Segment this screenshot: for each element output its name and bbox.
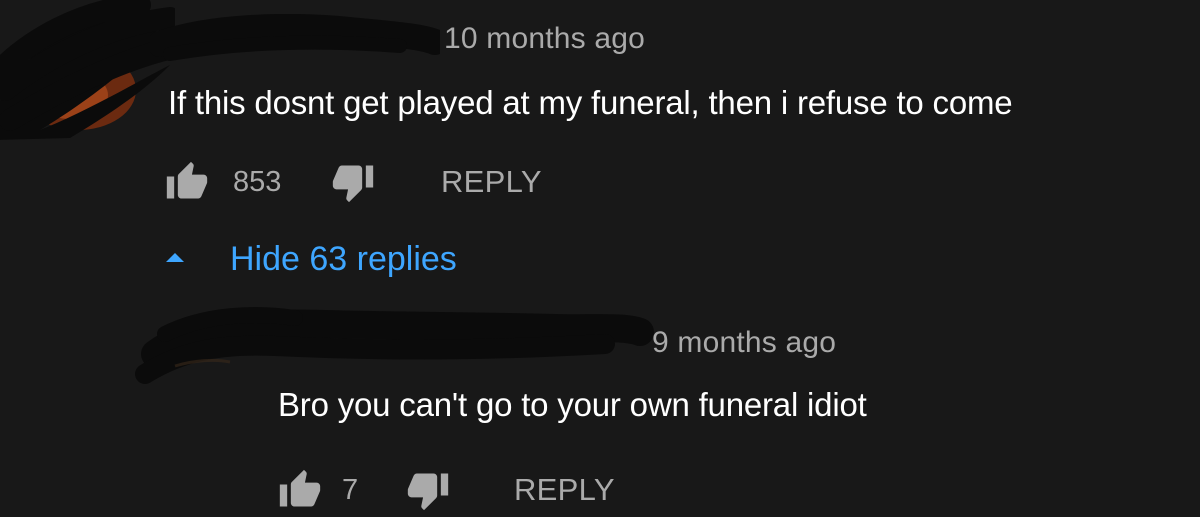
comments-section: 10 months ago If this dosnt get played a… bbox=[0, 0, 1200, 517]
thumbs-down-icon[interactable] bbox=[331, 160, 375, 204]
like-count: 853 bbox=[233, 166, 282, 198]
caret-up-icon bbox=[166, 253, 184, 262]
redacted-reply-author bbox=[135, 307, 654, 384]
redacted-username bbox=[150, 14, 440, 61]
comment-action-bar: 853 REPLY bbox=[165, 160, 565, 204]
reply-text: Bro you can't go to your own funeral idi… bbox=[278, 386, 867, 423]
thumbs-up-icon[interactable] bbox=[165, 160, 209, 204]
reply-button[interactable]: REPLY bbox=[441, 160, 542, 204]
hide-replies-toggle[interactable]: Hide 63 replies bbox=[160, 236, 520, 284]
reply-timestamp[interactable]: 9 months ago bbox=[652, 326, 836, 360]
hide-replies-label: Hide 63 replies bbox=[230, 240, 457, 278]
comment-timestamp[interactable]: 10 months ago bbox=[444, 22, 645, 56]
redacted-avatar bbox=[0, 0, 175, 140]
comment-thread: 10 months ago If this dosnt get played a… bbox=[0, 0, 1200, 290]
thumbs-down-icon[interactable] bbox=[406, 468, 450, 512]
reply-thread: 9 months ago Bro you can't go to your ow… bbox=[0, 300, 1200, 517]
thumbs-up-icon[interactable] bbox=[278, 468, 322, 512]
comment-text: If this dosnt get played at my funeral, … bbox=[168, 84, 1013, 121]
reply-action-bar: 7 REPLY bbox=[278, 468, 638, 512]
like-count: 7 bbox=[342, 474, 359, 506]
reply-button[interactable]: REPLY bbox=[514, 468, 615, 512]
